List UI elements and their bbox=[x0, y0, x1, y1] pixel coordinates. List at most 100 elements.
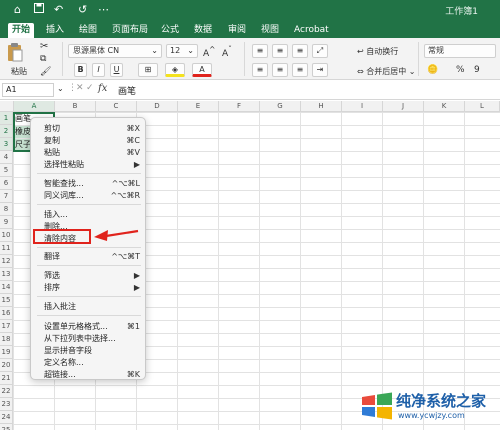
row-header[interactable]: 1 bbox=[0, 112, 13, 125]
select-all-corner[interactable] bbox=[0, 101, 14, 112]
merge-center-button[interactable]: ⇔ 合并后居中 ⌄ bbox=[357, 66, 416, 77]
home-icon[interactable]: ⌂ bbox=[14, 3, 21, 17]
tab-home[interactable]: 开始 bbox=[8, 23, 35, 38]
tab-review[interactable]: 审阅 bbox=[224, 23, 250, 38]
align-middle-icon[interactable]: ≡ bbox=[272, 44, 288, 58]
row-header[interactable]: 17 bbox=[0, 320, 13, 333]
row-header[interactable]: 2 bbox=[0, 125, 13, 138]
menu-item-define-name[interactable]: 定义名称... bbox=[31, 357, 147, 368]
paste-label[interactable]: 粘贴 bbox=[11, 66, 27, 77]
column-header[interactable]: G bbox=[260, 101, 301, 112]
tab-formulas[interactable]: 公式 bbox=[157, 23, 183, 38]
tab-acrobat[interactable]: Acrobat bbox=[290, 23, 333, 38]
function-icon[interactable]: fx bbox=[98, 83, 107, 94]
column-header[interactable]: H bbox=[301, 101, 342, 112]
menu-item-cut[interactable]: 剪切 ⌘X bbox=[31, 123, 147, 134]
fill-color-icon[interactable]: ◈ bbox=[165, 63, 185, 77]
row-header[interactable]: 13 bbox=[0, 268, 13, 281]
row-header[interactable]: 5 bbox=[0, 164, 13, 177]
name-box-dropdown-icon[interactable]: ⌄ bbox=[57, 84, 64, 93]
tab-view[interactable]: 视图 bbox=[257, 23, 283, 38]
percent-button[interactable]: % bbox=[456, 65, 465, 75]
font-color-icon[interactable]: A bbox=[192, 63, 212, 77]
number-format-select[interactable]: 常规 bbox=[424, 44, 496, 58]
menu-item-translate[interactable]: 翻译 ^⌥⌘T bbox=[31, 251, 147, 262]
tab-data[interactable]: 数据 bbox=[190, 23, 216, 38]
align-right-icon[interactable]: ≡ bbox=[292, 63, 308, 77]
row-header[interactable]: 25 bbox=[0, 424, 13, 430]
copy-icon[interactable]: ⧉ bbox=[40, 54, 46, 64]
underline-button[interactable]: U bbox=[110, 63, 123, 77]
row-header[interactable]: 21 bbox=[0, 372, 13, 385]
cut-icon[interactable]: ✂ bbox=[40, 41, 48, 52]
row-header[interactable]: 14 bbox=[0, 281, 13, 294]
row-header[interactable]: 10 bbox=[0, 229, 13, 242]
menu-item-format-cells[interactable]: 设置单元格格式... ⌘1 bbox=[31, 321, 147, 332]
row-header[interactable]: 16 bbox=[0, 307, 13, 320]
font-name-select[interactable]: 思源黑体 CN ⌄ bbox=[68, 44, 162, 58]
row-header[interactable]: 6 bbox=[0, 177, 13, 190]
increase-font-icon[interactable]: A^ bbox=[203, 45, 215, 59]
row-header[interactable]: 20 bbox=[0, 359, 13, 372]
align-left-icon[interactable]: ≡ bbox=[252, 63, 268, 77]
menu-item-show-phonetic[interactable]: 显示拼音字段 bbox=[31, 345, 147, 356]
row-header[interactable]: 9 bbox=[0, 216, 13, 229]
row-header[interactable]: 22 bbox=[0, 385, 13, 398]
row-header[interactable]: 19 bbox=[0, 346, 13, 359]
tab-insert[interactable]: 插入 bbox=[42, 23, 68, 38]
wrap-text-button[interactable]: ↩ 自动换行 bbox=[357, 46, 398, 57]
column-header[interactable]: L bbox=[465, 101, 500, 112]
menu-item-hyperlink[interactable]: 超链接... ⌘K bbox=[31, 369, 147, 380]
menu-item-copy[interactable]: 复制 ⌘C bbox=[31, 135, 147, 146]
menu-item-insert[interactable]: 插入... bbox=[31, 209, 147, 220]
name-box[interactable]: A1 bbox=[2, 83, 54, 97]
row-header[interactable]: 4 bbox=[0, 151, 13, 164]
column-header[interactable]: F bbox=[219, 101, 260, 112]
paste-icon[interactable] bbox=[6, 42, 24, 62]
row-header[interactable]: 18 bbox=[0, 333, 13, 346]
column-header[interactable]: D bbox=[137, 101, 178, 112]
formula-input[interactable]: 画笔 bbox=[118, 84, 136, 97]
column-header[interactable]: C bbox=[96, 101, 137, 112]
save-icon[interactable] bbox=[34, 3, 44, 17]
row-header[interactable]: 24 bbox=[0, 411, 13, 424]
format-painter-icon[interactable]: 🖌 bbox=[40, 67, 51, 77]
menu-item-pick-from-list[interactable]: 从下拉列表中选择... bbox=[31, 333, 147, 344]
column-header[interactable]: K bbox=[424, 101, 465, 112]
cancel-icon[interactable]: ✕ bbox=[76, 83, 84, 93]
menu-item-paste[interactable]: 粘贴 ⌘V bbox=[31, 147, 147, 158]
align-top-icon[interactable]: ≡ bbox=[252, 44, 268, 58]
column-header[interactable]: B bbox=[55, 101, 96, 112]
row-header[interactable]: 3 bbox=[0, 138, 13, 151]
decrease-font-icon[interactable]: Aˇ bbox=[222, 45, 232, 59]
align-center-icon[interactable]: ≡ bbox=[272, 63, 288, 77]
menu-item-smart-lookup[interactable]: 智能查找... ^⌥⌘L bbox=[31, 178, 147, 189]
undo-icon[interactable]: ↶ bbox=[54, 3, 63, 17]
row-header[interactable]: 7 bbox=[0, 190, 13, 203]
row-header[interactable]: 8 bbox=[0, 203, 13, 216]
indent-icon[interactable]: ⇥ bbox=[312, 63, 328, 77]
column-header[interactable]: I bbox=[342, 101, 383, 112]
menu-item-thesaurus[interactable]: 同义词库... ^⌥⌘R bbox=[31, 190, 147, 201]
tab-draw[interactable]: 绘图 bbox=[75, 23, 101, 38]
orientation-icon[interactable]: ⤢ bbox=[312, 44, 328, 58]
italic-button[interactable]: I bbox=[92, 63, 105, 77]
comma-style-icon[interactable]: 9 bbox=[474, 65, 480, 75]
row-header[interactable]: 12 bbox=[0, 255, 13, 268]
row-header[interactable]: 11 bbox=[0, 242, 13, 255]
menu-item-filter[interactable]: 筛选 ▶ bbox=[31, 270, 147, 281]
borders-icon[interactable]: ⊞ bbox=[138, 63, 158, 77]
row-header[interactable]: 15 bbox=[0, 294, 13, 307]
menu-item-sort[interactable]: 排序 ▶ bbox=[31, 282, 147, 293]
column-header[interactable]: A bbox=[14, 101, 55, 112]
menu-item-insert-comment[interactable]: 插入批注 bbox=[31, 301, 147, 312]
column-header[interactable]: E bbox=[178, 101, 219, 112]
font-size-select[interactable]: 12 ⌄ bbox=[166, 44, 198, 58]
column-header[interactable]: J bbox=[383, 101, 424, 112]
more-icon[interactable]: ⋯ bbox=[98, 3, 109, 17]
menu-item-paste-special[interactable]: 选择性粘贴 ▶ bbox=[31, 159, 147, 170]
currency-icon[interactable]: 🪙 bbox=[427, 65, 438, 75]
align-bottom-icon[interactable]: ≡ bbox=[292, 44, 308, 58]
redo-icon[interactable]: ↺ bbox=[78, 3, 87, 17]
tab-page-layout[interactable]: 页面布局 bbox=[108, 23, 152, 38]
